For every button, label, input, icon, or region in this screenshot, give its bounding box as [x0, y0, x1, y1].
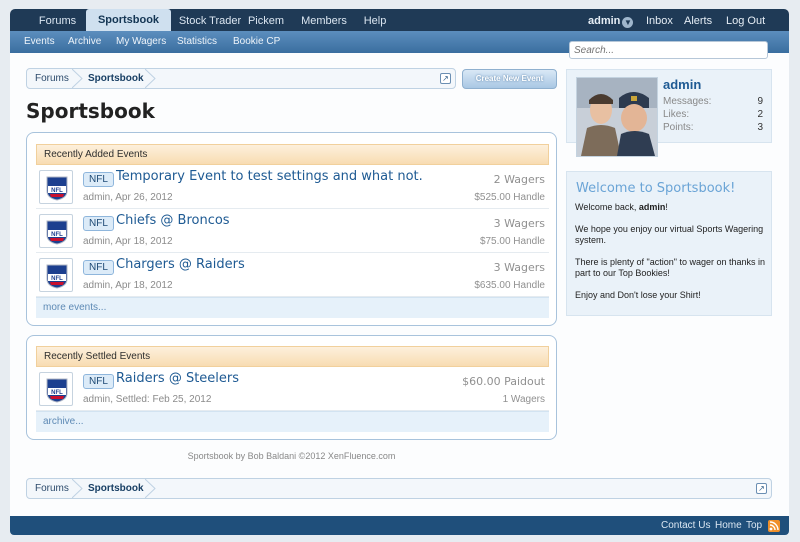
event-title-link[interactable]: Chiefs @ Broncos	[116, 213, 230, 228]
create-new-event-button[interactable]: Create New Event	[462, 69, 557, 89]
subnav-statistics[interactable]: Statistics	[177, 31, 217, 53]
tab-sportsbook[interactable]: Sportsbook	[86, 9, 171, 31]
svg-text:NFL: NFL	[51, 188, 63, 194]
welcome-panel: Welcome to Sportsbook! Welcome back, adm…	[566, 171, 772, 316]
category-tag[interactable]: NFL	[83, 374, 114, 389]
welcome-paragraph: Enjoy and Don't lose your Shirt!	[575, 289, 701, 300]
stat-likes-label: Likes:	[663, 109, 690, 120]
subnav-bookie-cp[interactable]: Bookie CP	[233, 31, 280, 53]
breadcrumb-bottom: Forums Sportsbook ↗	[26, 478, 772, 499]
contact-us-link[interactable]: Contact Us	[661, 516, 710, 535]
account-menu[interactable]: admin ▼	[588, 12, 634, 31]
tab-pickem[interactable]: Pickem	[244, 12, 288, 31]
event-wagers: 2 Wagers	[493, 173, 545, 186]
event-title-link[interactable]: Chargers @ Raiders	[116, 257, 245, 272]
event-meta: admin, Apr 18, 2012	[83, 280, 173, 291]
event-handle: $75.00 Handle	[479, 236, 545, 247]
rss-icon[interactable]	[768, 520, 780, 532]
subnav-my-wagers[interactable]: My Wagers	[116, 31, 166, 53]
tab-members[interactable]: Members	[301, 12, 347, 31]
breadcrumb-forums[interactable]: Forums	[35, 479, 69, 498]
visitor-username[interactable]: admin	[663, 77, 701, 92]
stat-messages-label: Messages:	[663, 96, 712, 107]
nfl-logo-icon: NFL	[39, 372, 73, 406]
event-wagers: 3 Wagers	[493, 217, 545, 230]
home-link[interactable]: Home	[715, 516, 742, 535]
event-row: NFL NFL Chiefs @ Broncos admin, Apr 18, …	[36, 210, 549, 253]
event-row: NFL NFL Chargers @ Raiders admin, Apr 18…	[36, 254, 549, 297]
welcome-paragraph: There is plenty of "action" to wager on …	[575, 256, 765, 279]
credit-text: Sportsbook by Bob Baldani ©2012 XenFluen…	[187, 451, 396, 461]
subnav-archive[interactable]: Archive	[68, 31, 101, 53]
top-link[interactable]: Top	[746, 516, 762, 535]
welcome-title: Welcome to Sportsbook!	[576, 181, 736, 196]
jump-to-icon[interactable]: ↗	[440, 73, 451, 84]
event-paidout: $60.00 Paidout	[462, 375, 545, 388]
logout-link[interactable]: Log Out	[726, 12, 765, 31]
alerts-link[interactable]: Alerts	[684, 12, 712, 31]
svg-text:NFL: NFL	[51, 390, 63, 396]
event-title-link[interactable]: Temporary Event to test settings and wha…	[116, 169, 423, 184]
footer-bar: Contact Us Home Top	[10, 516, 789, 535]
stat-points-label: Points:	[663, 122, 694, 133]
account-username: admin	[588, 15, 621, 27]
recent-settled-panel: Recently Settled Events NFL NFL Raiders …	[26, 335, 557, 440]
breadcrumb-separator	[72, 479, 83, 498]
event-meta: admin, Apr 26, 2012	[83, 192, 173, 203]
breadcrumb-separator	[145, 69, 156, 88]
greeting-suffix: !	[665, 202, 668, 212]
welcome-greeting: Welcome back, admin!	[575, 202, 770, 214]
main-navigation: Forums Sportsbook Stock Trader Pickem Me…	[10, 9, 789, 31]
breadcrumb-current[interactable]: Sportsbook	[88, 69, 144, 88]
jump-to-icon[interactable]: ↗	[756, 483, 767, 494]
breadcrumb-current[interactable]: Sportsbook	[88, 479, 144, 498]
breadcrumb-separator	[145, 479, 156, 498]
greeting-name: admin	[638, 202, 666, 212]
event-handle: $635.00 Handle	[474, 280, 545, 291]
panel-heading: Recently Settled Events	[36, 346, 549, 367]
svg-text:NFL: NFL	[51, 232, 63, 238]
breadcrumb-separator	[72, 69, 83, 88]
breadcrumb: Forums Sportsbook ↗	[26, 68, 456, 89]
welcome-body: Welcome back, admin! We hope you enjoy o…	[575, 202, 770, 311]
more-events-link[interactable]: more events...	[36, 297, 549, 318]
inbox-link[interactable]: Inbox	[646, 12, 673, 31]
search-input[interactable]	[569, 41, 768, 59]
event-meta: admin, Apr 18, 2012	[83, 236, 173, 247]
stat-points-value: 3	[757, 122, 763, 133]
archive-link[interactable]: archive...	[36, 411, 549, 432]
visitor-panel: admin Messages: 9 Likes: 2 Points: 3	[566, 69, 772, 157]
event-meta: admin, Settled: Feb 25, 2012	[83, 394, 212, 405]
event-row: NFL NFL Raiders @ Steelers admin, Settle…	[36, 368, 549, 411]
chevron-down-icon: ▼	[622, 17, 634, 28]
breadcrumb-forums[interactable]: Forums	[35, 69, 69, 88]
greeting-prefix: Welcome back,	[575, 202, 639, 212]
event-wagers: 3 Wagers	[493, 261, 545, 274]
avatar[interactable]	[576, 77, 658, 157]
nfl-logo-icon: NFL	[39, 214, 73, 248]
stat-messages-value: 9	[757, 96, 763, 107]
panel-heading: Recently Added Events	[36, 144, 549, 165]
svg-text:NFL: NFL	[51, 276, 63, 282]
tab-stock-trader[interactable]: Stock Trader	[170, 12, 250, 31]
event-handle: $525.00 Handle	[474, 192, 545, 203]
nfl-logo-icon: NFL	[39, 170, 73, 204]
event-wagers: 1 Wagers	[502, 394, 545, 405]
recent-added-panel: Recently Added Events NFL NFL Temporary …	[26, 132, 557, 326]
page-title: Sportsbook	[26, 99, 155, 123]
category-tag[interactable]: NFL	[83, 260, 114, 275]
tab-help[interactable]: Help	[361, 12, 389, 31]
welcome-paragraph: We hope you enjoy our virtual Sports Wag…	[575, 223, 764, 246]
subnav-events[interactable]: Events	[24, 31, 55, 53]
category-tag[interactable]: NFL	[83, 216, 114, 231]
nfl-logo-icon: NFL	[39, 258, 73, 292]
category-tag[interactable]: NFL	[83, 172, 114, 187]
tab-forums[interactable]: Forums	[30, 12, 85, 31]
event-row: NFL NFL Temporary Event to test settings…	[36, 166, 549, 209]
stat-likes-value: 2	[757, 109, 763, 120]
event-title-link[interactable]: Raiders @ Steelers	[116, 371, 239, 386]
